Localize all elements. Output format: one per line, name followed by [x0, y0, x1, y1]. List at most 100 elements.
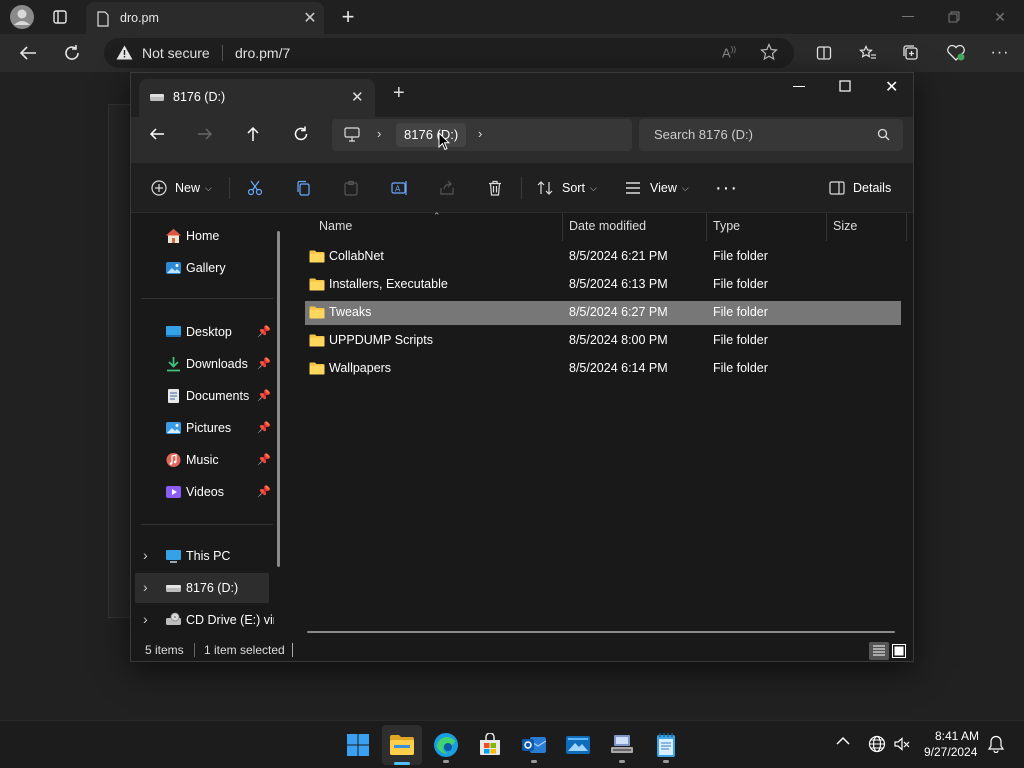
cut-icon	[247, 180, 263, 196]
pin-icon[interactable]: 📌	[257, 389, 271, 402]
column-header-name[interactable]: Name	[313, 213, 563, 241]
network-globe-icon[interactable]	[868, 735, 886, 753]
profile-avatar[interactable]	[8, 3, 36, 31]
breadcrumb-drive-label[interactable]: 8176 (D:)	[404, 127, 458, 142]
notifications-bell-icon[interactable]	[988, 735, 1004, 753]
nav-item-downloads[interactable]: Downloads 📌	[135, 349, 271, 379]
new-button[interactable]: New ⌵	[151, 173, 212, 203]
pin-icon[interactable]: 📌	[257, 325, 271, 338]
sort-button[interactable]: Sort ⌵	[537, 173, 597, 203]
minimize-icon[interactable]	[793, 86, 805, 88]
nav-item-videos[interactable]: Videos 📌	[135, 477, 271, 507]
refresh-icon[interactable]	[293, 126, 309, 142]
delete-button[interactable]	[487, 173, 503, 203]
new-tab-icon[interactable]: +	[393, 82, 405, 105]
nav-item-music[interactable]: Music 📌	[135, 445, 271, 475]
computer-icon[interactable]	[344, 127, 360, 142]
refresh-icon[interactable]	[58, 39, 86, 67]
taskbar-outlook[interactable]	[514, 725, 554, 765]
url-text[interactable]: dro.pm/7	[235, 45, 290, 61]
table-row-selected[interactable]: Tweaks 8/5/2024 6:27 PM File folder	[305, 301, 901, 325]
view-button[interactable]: View ⌵	[625, 173, 689, 203]
volume-muted-icon[interactable]	[893, 735, 911, 753]
clock-date[interactable]: 9/27/2024	[924, 745, 977, 759]
search-icon[interactable]	[877, 128, 890, 141]
pin-icon[interactable]: 📌	[257, 421, 271, 434]
rename-button[interactable]: A	[391, 173, 409, 203]
window-close-icon[interactable]: ✕	[885, 77, 898, 97]
chevron-right-icon[interactable]: ›	[478, 126, 482, 141]
table-row[interactable]: CollabNet 8/5/2024 6:21 PM File folder	[305, 245, 901, 269]
back-icon[interactable]	[149, 127, 165, 141]
see-more-button[interactable]: ···	[715, 173, 738, 203]
back-icon[interactable]	[14, 39, 42, 67]
taskbar-remote-app[interactable]	[602, 725, 642, 765]
browser-minimize-icon[interactable]	[894, 3, 922, 31]
nav-item-pictures[interactable]: Pictures 📌	[135, 413, 271, 443]
browser-tab[interactable]: dro.pm ✕	[86, 2, 324, 34]
chevron-right-icon[interactable]: ›	[143, 547, 148, 563]
sidebar-scrollbar[interactable]	[277, 231, 280, 567]
show-hidden-icons-icon[interactable]	[836, 736, 850, 746]
details-view-icon[interactable]	[869, 642, 889, 660]
pin-icon[interactable]: 📌	[257, 453, 271, 466]
breadcrumb[interactable]: › 8176 (D:) ›	[332, 119, 632, 151]
tab-actions-icon[interactable]	[46, 3, 74, 31]
warning-icon[interactable]	[116, 45, 133, 60]
horizontal-scrollbar[interactable]	[307, 631, 895, 633]
taskbar-file-explorer[interactable]	[382, 725, 422, 765]
table-row[interactable]: Wallpapers 8/5/2024 6:14 PM File folder	[305, 357, 901, 381]
start-button[interactable]	[338, 725, 378, 765]
chevron-down-icon: ⌵	[681, 182, 689, 193]
up-icon[interactable]	[246, 126, 260, 142]
favorites-icon[interactable]	[854, 39, 882, 67]
column-header-type[interactable]: Type	[707, 213, 827, 241]
nav-item-this-pc[interactable]: › This PC	[135, 541, 269, 571]
maximize-icon[interactable]	[839, 80, 851, 92]
collections-icon[interactable]	[897, 39, 925, 67]
address-bar[interactable]: Not secure dro.pm/7 A))	[104, 38, 794, 68]
share-button[interactable]	[439, 173, 455, 203]
nav-item-home[interactable]: Home	[135, 221, 269, 251]
paste-button[interactable]	[343, 173, 359, 203]
nav-item-cd-drive[interactable]: › CD Drive (E:) virt	[135, 605, 274, 635]
chevron-right-icon[interactable]: ›	[143, 611, 148, 627]
taskbar-notepad[interactable]	[646, 725, 686, 765]
browser-restore-icon[interactable]	[940, 3, 968, 31]
forward-icon[interactable]	[197, 127, 213, 141]
taskbar-store[interactable]	[470, 725, 510, 765]
close-tab-icon[interactable]: ✕	[296, 4, 324, 32]
browser-close-icon[interactable]: ✕	[986, 3, 1014, 31]
close-tab-icon[interactable]: ✕	[351, 88, 364, 106]
table-row[interactable]: Installers, Executable 8/5/2024 6:13 PM …	[305, 273, 901, 297]
details-pane-button[interactable]: Details	[829, 173, 891, 203]
nav-item-documents[interactable]: Documents 📌	[135, 381, 271, 411]
pin-icon[interactable]: 📌	[257, 485, 271, 498]
search-input[interactable]: Search 8176 (D:)	[654, 127, 753, 142]
pin-icon[interactable]: 📌	[257, 357, 271, 370]
read-aloud-icon[interactable]: A))	[722, 45, 736, 60]
thumbnail-view-icon[interactable]	[891, 642, 907, 660]
chevron-right-icon[interactable]: ›	[377, 126, 381, 141]
table-row[interactable]: UPPDUMP Scripts 8/5/2024 8:00 PM File fo…	[305, 329, 901, 353]
clock-time[interactable]: 8:41 AM	[935, 729, 979, 743]
cut-button[interactable]	[247, 173, 263, 203]
chevron-right-icon[interactable]: ›	[143, 579, 148, 595]
search-box[interactable]: Search 8176 (D:)	[639, 119, 903, 151]
explorer-tab[interactable]: 8176 (D:) ✕	[139, 79, 375, 117]
nav-item-drive-d[interactable]: › 8176 (D:)	[135, 573, 269, 603]
column-header-size[interactable]: Size	[827, 213, 907, 241]
column-header-date[interactable]: Date modified	[563, 213, 707, 241]
copy-button[interactable]	[295, 173, 311, 203]
nav-item-label: CD Drive (E:) virt	[186, 613, 274, 627]
favorite-star-icon[interactable]	[760, 43, 778, 61]
taskbar-edge[interactable]	[426, 725, 466, 765]
browser-essentials-icon[interactable]	[942, 39, 970, 67]
split-screen-icon[interactable]	[810, 39, 838, 67]
new-tab-icon[interactable]: +	[334, 3, 362, 31]
nav-item-desktop[interactable]: Desktop 📌	[135, 317, 271, 347]
nav-item-gallery[interactable]: Gallery	[135, 253, 269, 283]
more-options-icon[interactable]: ···	[986, 39, 1014, 67]
taskbar-photos-app[interactable]	[558, 725, 598, 765]
security-label[interactable]: Not secure	[142, 45, 210, 61]
